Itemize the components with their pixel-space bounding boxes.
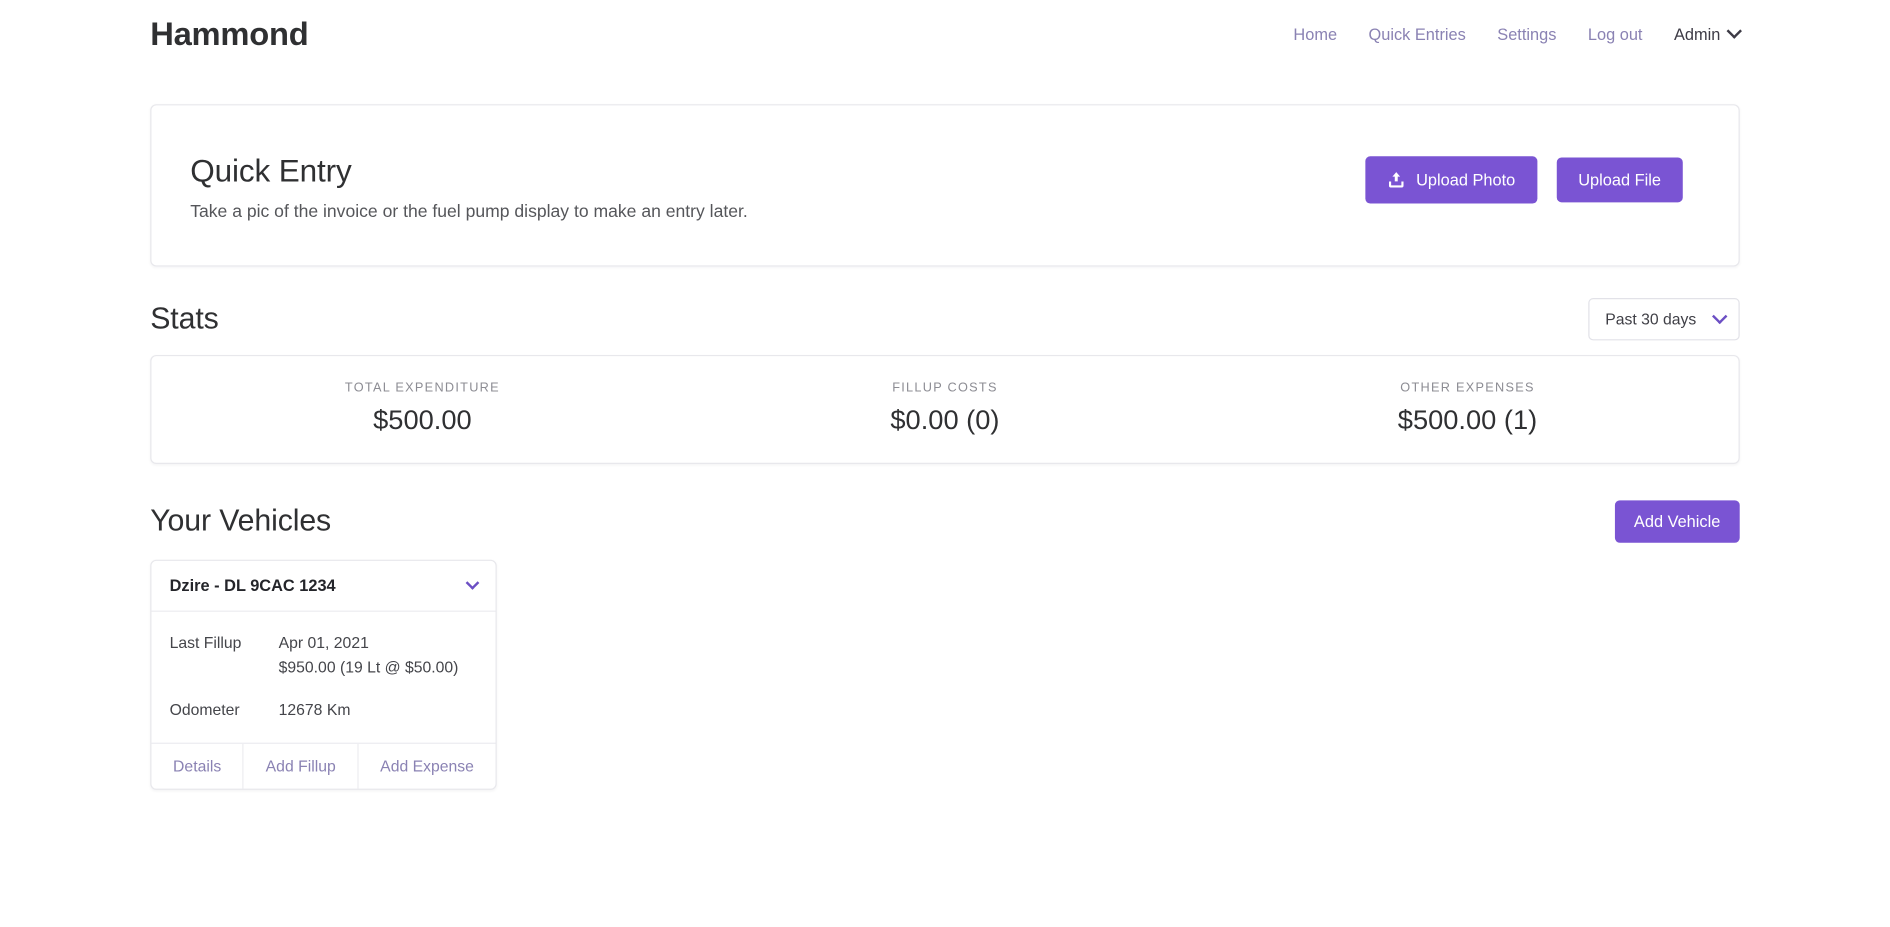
top-navbar: Hammond Home Quick Entries Settings Log … [121,0,1769,68]
brand-logo[interactable]: Hammond [150,18,308,51]
quick-entry-actions: Upload Photo Upload File [1365,144,1700,203]
vehicle-action-add-fillup[interactable]: Add Fillup [244,743,359,788]
vehicle-action-details[interactable]: Details [151,743,244,788]
vehicle-grid: Dzire - DL 9CAC 1234 Last Fillup Apr 01,… [150,560,1739,789]
app-page: Hammond Home Quick Entries Settings Log … [0,0,1890,927]
stat-label: FILLUP COSTS [684,380,1207,395]
add-vehicle-button[interactable]: Add Vehicle [1615,500,1740,543]
chevron-down-icon [466,576,480,590]
stat-label: OTHER EXPENSES [1206,380,1729,395]
nav-admin-label: Admin [1674,25,1720,43]
stat-value: $500.00 [161,404,684,435]
last-fillup-amount: $950.00 (19 Lt @ $50.00) [279,656,459,680]
vehicles-header-row: Your Vehicles Add Vehicle [150,500,1739,543]
stats-card: TOTAL EXPENDITURE $500.00 FILLUP COSTS $… [150,355,1739,464]
quick-entry-title: Quick Entry [190,151,1365,190]
vehicle-card: Dzire - DL 9CAC 1234 Last Fillup Apr 01,… [150,560,496,789]
stat-value: $500.00 (1) [1206,404,1729,435]
vehicle-detail-value: Apr 01, 2021 $950.00 (19 Lt @ $50.00) [279,631,459,680]
vehicle-card-toggle[interactable] [468,581,478,591]
quick-entry-card: Quick Entry Take a pic of the invoice or… [150,104,1739,266]
vehicle-name: Dzire - DL 9CAC 1234 [170,577,336,595]
nav-item-log-out[interactable]: Log out [1588,25,1643,43]
stat-fillup-costs: FILLUP COSTS $0.00 (0) [684,380,1207,436]
vehicle-action-add-expense[interactable]: Add Expense [359,743,496,788]
chevron-down-icon [1727,23,1742,38]
stats-range-select[interactable]: Past 30 days [1588,298,1739,340]
last-fillup-date: Apr 01, 2021 [279,631,459,655]
vehicle-card-header[interactable]: Dzire - DL 9CAC 1234 [151,561,495,612]
vehicle-detail-row-odometer: Odometer 12678 Km [170,698,478,722]
quick-entry-subtitle: Take a pic of the invoice or the fuel pu… [190,199,1365,224]
upload-photo-label: Upload Photo [1416,172,1515,188]
stat-label: TOTAL EXPENDITURE [161,380,684,395]
upload-icon [1387,171,1405,189]
nav-links: Home Quick Entries Settings Log out Admi… [1293,25,1739,43]
upload-file-button[interactable]: Upload File [1556,157,1682,202]
stats-range-select-wrapper: Past 30 days [1588,298,1739,340]
nav-item-quick-entries[interactable]: Quick Entries [1369,25,1466,43]
stat-value: $0.00 (0) [684,404,1207,435]
nav-item-settings[interactable]: Settings [1497,25,1556,43]
vehicles-title: Your Vehicles [150,504,331,539]
stats-header-row: Stats Past 30 days [150,298,1739,340]
stat-other-expenses: OTHER EXPENSES $500.00 (1) [1206,380,1729,436]
vehicle-card-footer: Details Add Fillup Add Expense [151,742,495,788]
vehicle-detail-row-last-fillup: Last Fillup Apr 01, 2021 $950.00 (19 Lt … [170,631,478,680]
vehicle-card-body: Last Fillup Apr 01, 2021 $950.00 (19 Lt … [151,612,495,742]
quick-entry-text: Quick Entry Take a pic of the invoice or… [190,144,1365,224]
stat-total-expenditure: TOTAL EXPENDITURE $500.00 [161,380,684,436]
stats-title: Stats [150,301,218,336]
upload-file-label: Upload File [1578,172,1661,188]
upload-photo-button[interactable]: Upload Photo [1365,156,1537,203]
nav-item-admin-menu[interactable]: Admin [1674,25,1740,43]
vehicle-detail-value: 12678 Km [279,698,351,722]
main-container: Quick Entry Take a pic of the invoice or… [121,104,1769,789]
vehicle-detail-key: Last Fillup [170,631,279,680]
nav-item-home[interactable]: Home [1293,25,1337,43]
vehicle-detail-key: Odometer [170,698,279,722]
